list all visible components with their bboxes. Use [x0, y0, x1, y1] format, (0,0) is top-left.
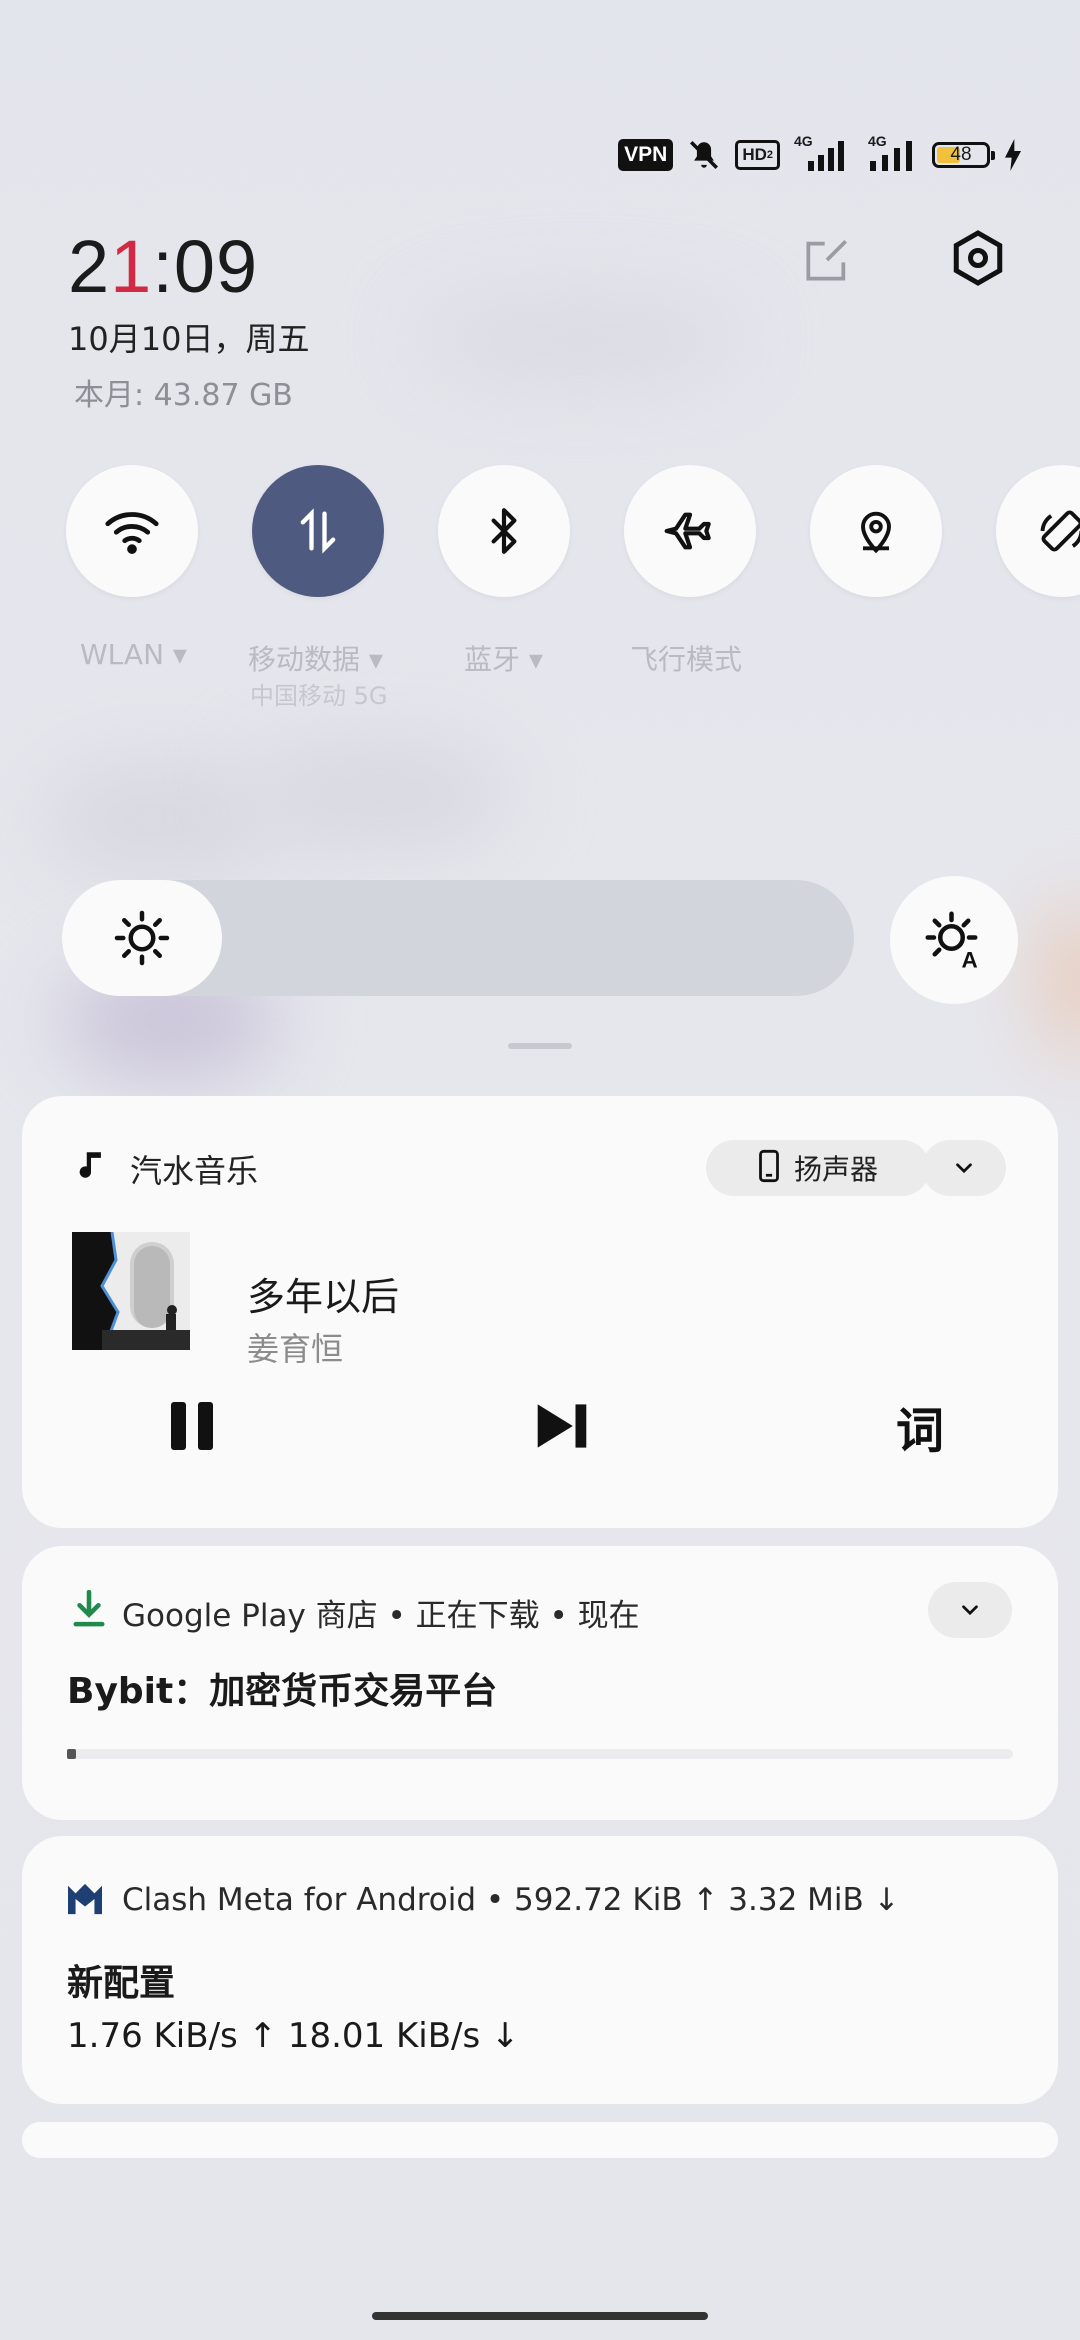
date-label[interactable]: 10月10日，周五: [68, 314, 309, 360]
tile-bluetooth[interactable]: [438, 465, 570, 597]
pause-icon: [171, 1402, 213, 1450]
clash-notification[interactable]: Clash Meta for Android • 592.72 KiB ↑ 3.…: [22, 1836, 1058, 2104]
brightness-icon: [114, 910, 170, 966]
tile-location[interactable]: [810, 465, 942, 597]
notification-title: Bybit：加密货币交易平台: [67, 1671, 498, 1712]
lyrics-button[interactable]: 词: [870, 1376, 970, 1476]
background-blur: [1040, 900, 1080, 1060]
music-note-icon: [74, 1148, 108, 1186]
bluetooth-icon: [491, 508, 517, 554]
auto-rotate-icon: [1040, 510, 1080, 552]
google-play-notification[interactable]: Google Play 商店 • 正在下载 • 现在 Bybit：加密货币交易平…: [22, 1546, 1058, 1820]
skip-next-icon: [537, 1404, 587, 1448]
battery-percent: 48: [950, 144, 972, 165]
media-expand-button[interactable]: [922, 1140, 1006, 1196]
notification-header: Google Play 商店 • 正在下载 • 现在: [122, 1598, 640, 1634]
location-icon: [861, 511, 891, 554]
auto-brightness-button[interactable]: A: [890, 876, 1018, 1004]
download-icon: [72, 1589, 106, 1632]
tile-label-bluetooth: 蓝牙 ▾: [464, 643, 543, 676]
svg-text:A: A: [962, 948, 978, 971]
data-usage-label[interactable]: 本月: 43.87 GB: [74, 370, 293, 414]
home-indicator[interactable]: [372, 2312, 708, 2320]
signal-icon-sim1: 4G: [794, 133, 854, 173]
notification-header: Clash Meta for Android • 592.72 KiB ↑ 3.…: [122, 1882, 900, 1918]
auto-brightness-icon: A: [925, 911, 978, 971]
hd-sub-text: 2: [766, 149, 773, 161]
song-artist: 姜育恒: [247, 1330, 344, 1368]
phone-icon: [758, 1149, 780, 1187]
notification-peek[interactable]: [22, 2122, 1058, 2158]
chevron-down-icon: [962, 1605, 978, 1616]
next-track-button[interactable]: [512, 1376, 612, 1476]
output-device-label: 扬声器: [793, 1153, 878, 1186]
settings-button[interactable]: [946, 226, 1010, 290]
clock[interactable]: 21:09: [68, 222, 258, 312]
clock-minutes: :09: [152, 225, 259, 308]
background-blur: [250, 740, 510, 850]
mobile-data-icon: [300, 508, 336, 554]
download-progress-bar: [67, 1749, 1013, 1759]
clash-logo-icon: [66, 1882, 104, 1920]
notification-title: 新配置: [67, 1963, 176, 2004]
background-blur: [40, 760, 280, 880]
vpn-badge: VPN: [618, 139, 674, 171]
media-card[interactable]: 汽水音乐 扬声器 多年以后 姜育恒 词: [22, 1096, 1058, 1528]
album-art[interactable]: [72, 1232, 190, 1350]
tile-airplane[interactable]: [624, 465, 756, 597]
clock-hour-digit-accent: 1: [110, 225, 153, 308]
edit-tiles-button[interactable]: [795, 228, 859, 292]
wifi-icon: [105, 512, 159, 554]
tile-sublabel-mobile-data: 中国移动 5G: [250, 682, 388, 710]
drag-handle[interactable]: [508, 1043, 572, 1049]
charging-icon: [1004, 139, 1022, 171]
notification-body: 1.76 KiB/s ↑ 18.01 KiB/s ↓: [67, 2016, 520, 2056]
tile-label-mobile-data: 移动数据 ▾: [248, 643, 383, 676]
tile-wlan[interactable]: [66, 465, 198, 597]
signal-icon-sim2: 4G: [868, 133, 918, 173]
download-progress-fill: [67, 1749, 76, 1759]
network-type-label: 4G: [868, 133, 887, 149]
clock-hour-digit: 2: [68, 225, 111, 308]
battery-icon: 48: [932, 142, 995, 168]
hd-voice-icon: HD 2: [735, 140, 780, 170]
chevron-down-icon: [956, 1163, 972, 1174]
hd-text: HD: [742, 145, 767, 164]
tile-label-wlan: WLAN ▾: [80, 638, 187, 671]
mute-icon: [687, 138, 721, 172]
airplane-icon: [664, 512, 711, 550]
media-app-name: 汽水音乐: [130, 1152, 259, 1190]
song-title: 多年以后: [247, 1275, 400, 1319]
brightness-slider-thumb[interactable]: [62, 880, 222, 996]
lyrics-label: 词: [895, 1403, 944, 1459]
tile-mobile-data[interactable]: [252, 465, 384, 597]
network-type-label: 4G: [794, 133, 813, 149]
tile-auto-rotate[interactable]: [996, 465, 1080, 597]
status-bar: VPN HD 2 4G 4G 48: [618, 133, 1022, 176]
output-device-chip[interactable]: 扬声器: [706, 1140, 930, 1196]
background-blur: [420, 300, 740, 380]
pause-button[interactable]: [142, 1376, 242, 1476]
expand-button[interactable]: [928, 1582, 1012, 1638]
tile-label-airplane: 飞行模式: [630, 643, 743, 676]
